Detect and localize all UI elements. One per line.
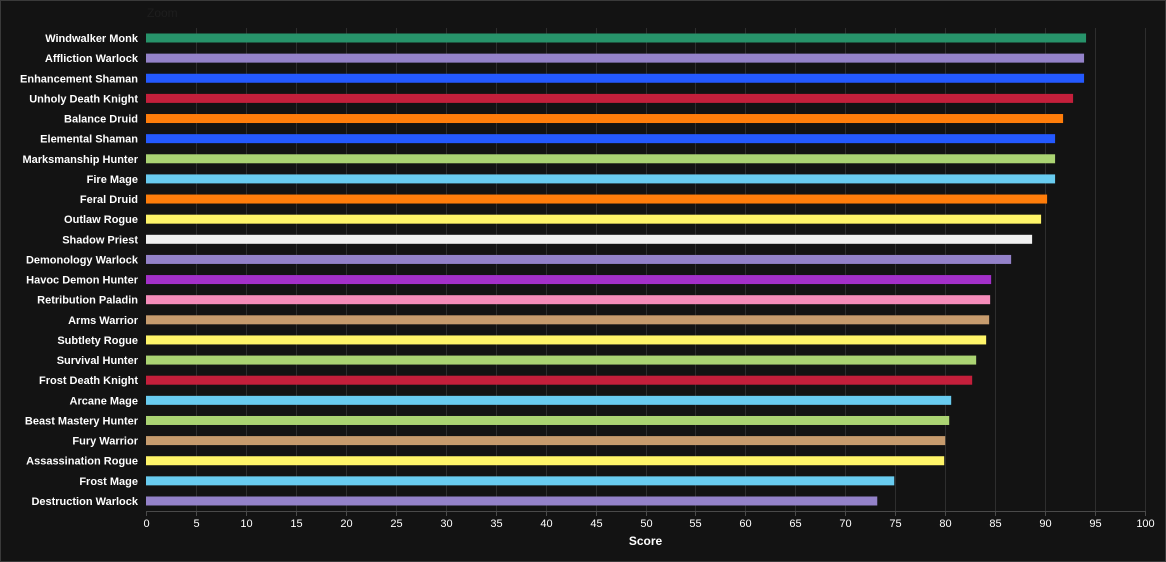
bar[interactable] [146, 295, 991, 305]
bar[interactable] [146, 436, 946, 446]
x-tick-label: 55 [689, 518, 701, 530]
category-labels: Windwalker Monk Affliction Warlock Enhance… [20, 33, 139, 508]
x-tick-label: 65 [789, 518, 801, 530]
chart-container: Zoom Windwalker Monk Affliction Warlock En… [0, 0, 1166, 562]
bar[interactable] [146, 375, 973, 385]
category-label: Destruction Warlock [31, 496, 138, 508]
bar[interactable] [146, 254, 1012, 264]
category-label: Balance Druid [64, 114, 138, 126]
x-tick-label: 25 [390, 518, 402, 530]
bar[interactable] [146, 53, 1085, 63]
category-label: Windwalker Monk [45, 33, 139, 45]
x-tick-label: 45 [590, 518, 602, 530]
x-axis-ticks: 0 5 10 15 20 25 30 35 40 45 50 55 60 65 70 75 80 85 90 95 10… [143, 511, 1155, 530]
bar[interactable] [146, 174, 1056, 184]
bar[interactable] [146, 415, 950, 425]
x-tick-label: 70 [839, 518, 851, 530]
category-label: Beast Mastery Hunter [25, 415, 139, 427]
x-tick-label: 20 [340, 518, 352, 530]
category-label: Shadow Priest [62, 234, 138, 246]
bar[interactable] [146, 154, 1056, 164]
x-tick-label: 10 [240, 518, 252, 530]
bar[interactable] [146, 496, 878, 506]
category-label: Retribution Paladin [37, 295, 138, 307]
x-tick-label: 5 [193, 518, 199, 530]
bar[interactable] [146, 476, 895, 486]
x-tick-label: 0 [143, 518, 149, 530]
bar[interactable] [146, 214, 1042, 224]
x-tick-label: 60 [739, 518, 751, 530]
x-tick-label: 35 [490, 518, 502, 530]
category-label: Frost Death Knight [39, 375, 138, 387]
bar[interactable] [146, 93, 1074, 103]
category-label: Elemental Shaman [40, 134, 138, 146]
bar-chart: Windwalker Monk Affliction Warlock Enhance… [20, 28, 1155, 548]
category-label: Demonology Warlock [26, 254, 139, 266]
bar[interactable] [146, 134, 1056, 144]
x-tick-label: 75 [889, 518, 901, 530]
x-tick-label: 85 [989, 518, 1001, 530]
bar[interactable] [146, 456, 945, 466]
bar[interactable] [146, 275, 992, 285]
bar[interactable] [146, 194, 1048, 204]
bar[interactable] [146, 355, 977, 365]
x-axis-title: Score [629, 534, 663, 548]
category-label: Survival Hunter [57, 355, 139, 367]
category-label: Feral Druid [80, 194, 138, 206]
x-tick-label: 90 [1039, 518, 1051, 530]
x-tick-label: 80 [939, 518, 951, 530]
category-label: Frost Mage [79, 476, 138, 488]
x-tick-label: 100 [1136, 518, 1154, 530]
category-label: Fire Mage [87, 174, 138, 186]
category-label: Subtlety Rogue [57, 335, 138, 347]
bar[interactable] [146, 73, 1085, 83]
x-tick-label: 95 [1089, 518, 1101, 530]
bar[interactable] [146, 315, 990, 325]
bar[interactable] [146, 234, 1033, 244]
x-tick-label: 50 [640, 518, 652, 530]
category-label: Affliction Warlock [45, 53, 139, 65]
category-label: Fury Warrior [72, 436, 138, 448]
category-label: Outlaw Rogue [64, 214, 138, 226]
category-label: Arms Warrior [68, 315, 139, 327]
category-label: Havoc Demon Hunter [26, 275, 139, 287]
category-label: Enhancement Shaman [20, 73, 138, 85]
x-tick-label: 30 [440, 518, 452, 530]
bar[interactable] [146, 33, 1087, 43]
bar[interactable] [146, 114, 1064, 124]
x-tick-label: 40 [540, 518, 552, 530]
category-label: Unholy Death Knight [29, 93, 138, 105]
category-label: Assassination Rogue [26, 456, 138, 468]
category-label: Marksmanship Hunter [22, 154, 138, 166]
bar[interactable] [146, 395, 952, 405]
bar[interactable] [146, 335, 987, 345]
category-label: Arcane Mage [70, 395, 138, 407]
x-tick-label: 15 [290, 518, 302, 530]
